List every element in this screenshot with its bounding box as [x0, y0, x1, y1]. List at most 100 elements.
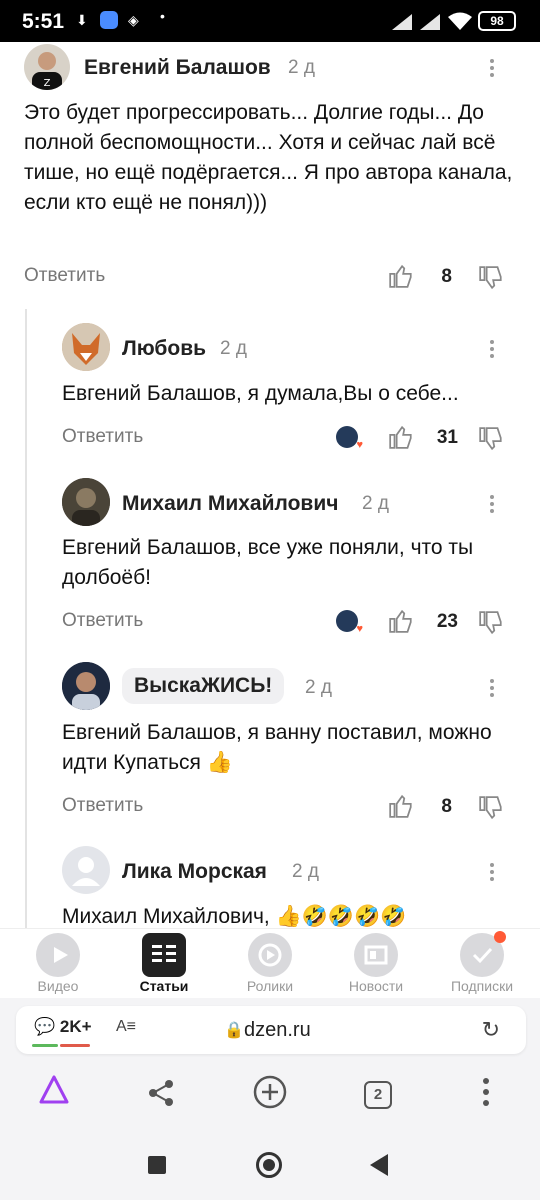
avatar[interactable]: [62, 478, 110, 526]
comment-author[interactable]: Евгений Балашов: [84, 56, 271, 80]
more-vertical-icon[interactable]: [466, 1072, 506, 1112]
articles-icon: [142, 933, 186, 977]
download-icon: ⬇: [76, 12, 88, 28]
comment-bubble-icon: 💬: [34, 1017, 56, 1036]
author-liked-badge: ♥: [336, 610, 363, 635]
browser-bar: 💬 2K+ A≡ 🔒 dzen.ru ↻ 2: [0, 998, 540, 1130]
tabs-count: 2: [364, 1081, 392, 1109]
comment-text: Евгений Балашов, все уже поняли, что ты …: [62, 536, 474, 589]
app-notification-icon: [100, 11, 118, 29]
avatar[interactable]: [62, 323, 110, 371]
svg-text:Z: Z: [44, 78, 51, 89]
tab-label: Видео: [37, 978, 79, 994]
notification-dot: [494, 931, 506, 943]
browser-toolbar: 2: [0, 1066, 540, 1122]
comment-author[interactable]: Лика Морская: [122, 860, 267, 884]
dislike-icon[interactable]: [478, 795, 504, 821]
comment-age: 2 д: [288, 57, 315, 78]
signal-icon-2: [420, 14, 440, 30]
author-liked-badge: ♥: [336, 426, 363, 451]
news-icon: [354, 933, 398, 977]
avatar[interactable]: Z: [24, 44, 70, 90]
tab-subscriptions[interactable]: Подписки: [428, 929, 536, 999]
comment-text: Михаил Михайлович, 👍🤣🤣🤣🤣: [62, 905, 407, 928]
avatar-image: [62, 478, 110, 526]
rating-positive-bar: [32, 1044, 58, 1047]
tab-label: Статьи: [139, 978, 189, 994]
more-menu-icon[interactable]: [482, 676, 502, 700]
default-user-icon: [72, 857, 100, 886]
tabs-switcher-button[interactable]: 2: [358, 1072, 398, 1112]
avatar[interactable]: [62, 662, 110, 710]
rating-negative-bar: [60, 1044, 90, 1047]
tab-label: Ролики: [246, 978, 294, 994]
thread-line: [25, 309, 27, 929]
avatar-placeholder[interactable]: [62, 846, 110, 894]
more-menu-icon[interactable]: [482, 337, 502, 361]
tab-shorts[interactable]: Ролики: [216, 929, 324, 999]
like-icon[interactable]: [388, 263, 414, 289]
dislike-icon[interactable]: [478, 426, 504, 452]
avatar-image: [62, 662, 110, 710]
reload-icon[interactable]: ↻: [482, 1017, 500, 1043]
comment-age: 2 д: [362, 493, 389, 514]
comments-counter[interactable]: 💬 2K+: [34, 1017, 92, 1037]
comment-text: Евгений Балашов, я думала,Вы о себе...: [62, 382, 459, 405]
more-menu-icon[interactable]: [482, 492, 502, 516]
comment-text: Евгений Балашов, я ванну поставил, можно…: [62, 721, 492, 774]
comment-author[interactable]: Михаил Михайлович: [122, 492, 338, 516]
reply-button[interactable]: Ответить: [24, 265, 105, 287]
new-tab-icon[interactable]: [250, 1072, 290, 1112]
comment-author[interactable]: Любовь: [122, 337, 206, 361]
comments-count: 2K+: [59, 1017, 92, 1036]
shorts-icon: [248, 933, 292, 977]
tab-video[interactable]: Видео: [4, 929, 112, 999]
lock-icon: 🔒: [224, 1022, 244, 1039]
tab-label: Новости: [348, 978, 404, 994]
recents-button[interactable]: [148, 1156, 166, 1174]
status-bar: 5:51 ⬇ ◈ • 98: [0, 0, 540, 42]
reply-button[interactable]: Ответить: [62, 795, 143, 817]
heart-icon: ♥: [356, 439, 363, 451]
more-menu-icon[interactable]: [482, 56, 502, 80]
comment-age: 2 д: [220, 338, 247, 359]
tab-articles[interactable]: Статьи: [110, 929, 218, 999]
dislike-icon[interactable]: [478, 265, 504, 291]
avatar-image: Z: [32, 52, 62, 90]
like-count: 31: [436, 427, 458, 448]
more-menu-icon[interactable]: [482, 860, 502, 884]
reply-button[interactable]: Ответить: [62, 610, 143, 632]
share-icon[interactable]: [142, 1072, 182, 1112]
comment-age: 2 д: [292, 861, 319, 882]
heart-icon: ♥: [356, 623, 363, 635]
dislike-icon[interactable]: [478, 610, 504, 636]
video-icon: [36, 933, 80, 977]
like-count: 8: [441, 796, 452, 817]
signal-icon: [392, 14, 412, 30]
status-time: 5:51: [22, 10, 65, 33]
reply-button[interactable]: Ответить: [62, 426, 143, 448]
home-button[interactable]: [256, 1152, 282, 1178]
address-bar[interactable]: 💬 2K+ A≡ 🔒 dzen.ru ↻: [16, 1006, 526, 1054]
battery-indicator: 98: [478, 11, 516, 31]
dot-icon: •: [160, 8, 165, 24]
tab-label: Подписки: [450, 978, 514, 994]
reader-mode-icon[interactable]: A≡: [116, 1018, 136, 1036]
tab-news[interactable]: Новости: [322, 929, 430, 999]
url-domain[interactable]: dzen.ru: [244, 1019, 311, 1042]
like-count: 23: [436, 611, 458, 632]
wifi-icon: [448, 12, 472, 30]
like-icon[interactable]: [388, 424, 414, 450]
alice-assistant-icon[interactable]: [34, 1072, 74, 1112]
like-count: 8: [441, 266, 452, 287]
app-tab-bar: Видео Статьи Ролики Новости Подписки: [0, 928, 540, 998]
layers-icon: ◈: [128, 12, 139, 28]
comment-author-badge[interactable]: ВыскаЖИСЬ!: [122, 668, 285, 704]
like-icon[interactable]: [388, 793, 414, 819]
like-icon[interactable]: [388, 608, 414, 634]
back-button[interactable]: [370, 1154, 388, 1176]
comment-text: Это будет прогрессировать... Долгие годы…: [24, 101, 513, 214]
fox-avatar-image: [62, 323, 110, 371]
comment-age: 2 д: [305, 677, 332, 698]
system-nav-bar: [0, 1130, 540, 1200]
